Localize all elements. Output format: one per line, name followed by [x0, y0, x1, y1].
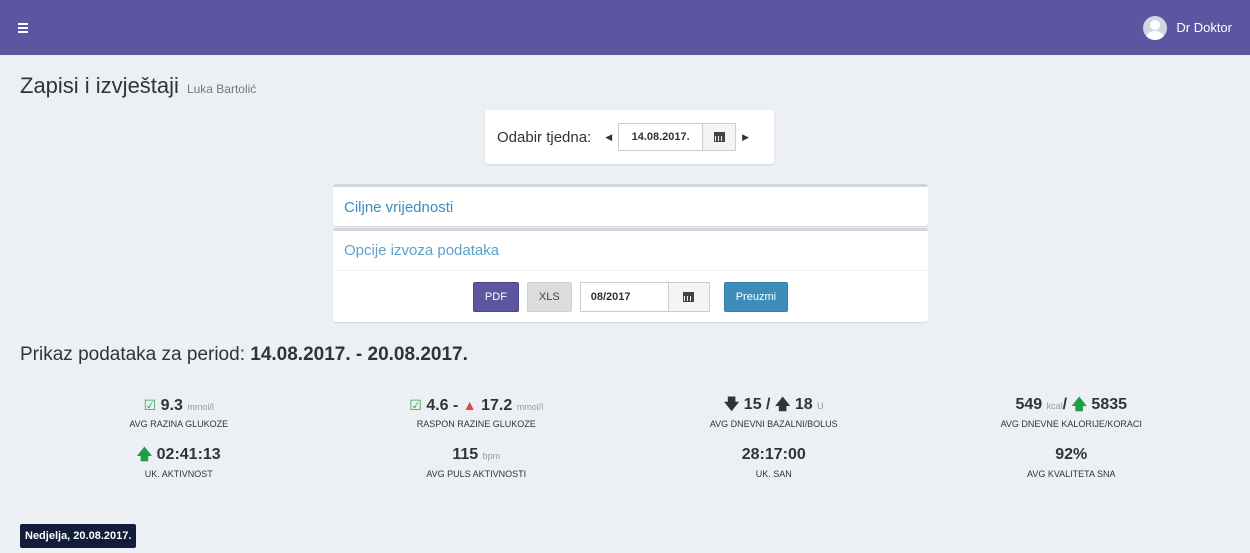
calories-value: 549	[1015, 396, 1043, 413]
user-avatar-icon	[1143, 15, 1168, 40]
export-panel-title[interactable]: Opcije izvoza podataka	[333, 231, 928, 271]
glucose-avg-unit: mmol/l	[187, 402, 214, 412]
glucose-avg-value: 9.3	[160, 397, 183, 414]
insulin-label: AVG DNEVNI BAZALNI/BOLUS	[709, 419, 838, 429]
glucose-range-unit: mmol/l	[516, 402, 544, 412]
arrow-down-icon: 🡇	[723, 396, 740, 413]
stats-grid: ☑ 9.3 mmol/l AVG RAZINA GLUKOZE ☑ 4.6 - …	[0, 395, 1250, 479]
sleep-quality-value: 92%	[1055, 446, 1088, 463]
stat-insulin: 🡇 15 / 🡅 18 U AVG DNEVNI BAZALNI/BOLUS	[625, 395, 923, 429]
page-title: Zapisi i izvještaji	[20, 73, 179, 98]
month-calendar-button[interactable]	[667, 282, 710, 312]
week-calendar-button[interactable]	[702, 123, 737, 151]
week-selector: Odabir tjedna: ◀ 14.08.2017. ▶	[485, 110, 774, 164]
glucose-range-high: 17.2	[481, 397, 513, 414]
pdf-button[interactable]: PDF	[472, 282, 519, 312]
period-prefix: Prikaz podataka za period:	[20, 344, 245, 365]
pulse-label: AVG PULS AKTIVNOSTI	[426, 469, 527, 479]
page-header: Zapisi i izvještaji Luka Bartolić	[20, 73, 256, 99]
patient-name: Luka Bartolić	[186, 82, 257, 96]
calendar-icon	[713, 132, 725, 142]
month-input[interactable]: 08/2017	[579, 282, 668, 312]
stat-sleep-quality: 92% AVG KVALITETA SNA	[923, 445, 1221, 479]
xls-button[interactable]: XLS	[526, 282, 572, 312]
check-square-icon: ☑	[143, 397, 157, 413]
sleep-value: 28:17:00	[741, 446, 806, 463]
insulin-basal: 15	[743, 396, 762, 413]
calendar-icon	[683, 292, 695, 302]
glucose-avg-label: AVG RAZINA GLUKOZE	[129, 419, 229, 429]
pulse-unit: bpm	[482, 451, 501, 461]
pulse-value: 115	[452, 446, 479, 463]
activity-label: UK. AKTIVNOST	[144, 469, 213, 479]
targets-panel-title[interactable]: Ciljne vrijednosti	[333, 187, 928, 227]
week-date-input[interactable]: 14.08.2017.	[618, 123, 703, 151]
stat-glucose-range: ☑ 4.6 - ▲ 17.2 mmol/l RASPON RAZINE GLUK…	[328, 395, 626, 429]
glucose-range-sep: -	[453, 397, 459, 414]
menu-icon[interactable]	[18, 22, 28, 33]
download-button[interactable]: Preuzmi	[723, 282, 789, 312]
steps-value: 5835	[1091, 396, 1128, 413]
calories-label: AVG DNEVNE KALORIJE/KORACI	[1000, 419, 1142, 429]
caret-left-icon[interactable]: ◀	[605, 132, 612, 143]
insulin-unit: U	[817, 401, 824, 411]
sleep-label: UK. SAN	[755, 469, 792, 479]
calories-slash: /	[1062, 396, 1068, 413]
stat-sleep: 28:17:00 UK. SAN	[625, 445, 923, 479]
user-menu[interactable]: Dr Doktor	[1143, 15, 1232, 40]
day-badge: Nedjelja, 20.08.2017.	[20, 524, 137, 548]
sleep-quality-label: AVG KVALITETA SNA	[1026, 469, 1116, 479]
month-picker: 08/2017	[579, 282, 710, 312]
caret-right-icon[interactable]: ▶	[742, 132, 749, 143]
export-panel: Opcije izvoza podataka PDF XLS 08/2017 P…	[333, 228, 928, 322]
insulin-bolus: 18	[794, 396, 813, 413]
week-label: Odabir tjedna:	[497, 128, 592, 146]
calories-unit: kcal	[1046, 401, 1063, 411]
user-name: Dr Doktor	[1176, 20, 1232, 35]
insulin-slash: /	[766, 396, 771, 413]
period-range: 14.08.2017. - 20.08.2017.	[250, 344, 468, 365]
glucose-range-label: RASPON RAZINE GLUKOZE	[416, 419, 536, 429]
arrow-up-icon: 🡅	[774, 396, 791, 413]
glucose-range-low: 4.6	[426, 397, 449, 414]
targets-panel: Ciljne vrijednosti	[333, 184, 928, 226]
stat-calories: 549 kcal/ 🡅 5835 AVG DNEVNE KALORIJE/KOR…	[923, 395, 1221, 429]
arrow-up-icon: 🡅	[136, 446, 153, 463]
activity-value: 02:41:13	[156, 446, 221, 463]
warning-triangle-icon: ▲	[462, 397, 477, 413]
check-square-icon: ☑	[409, 397, 422, 413]
stat-activity: 🡅 02:41:13 UK. AKTIVNOST	[30, 445, 328, 479]
stat-pulse: 115 bpm AVG PULS AKTIVNOSTI	[328, 445, 626, 479]
period-heading: Prikaz podataka za period: 14.08.2017. -…	[20, 344, 468, 366]
arrow-up-icon: 🡅	[1071, 396, 1087, 413]
stat-glucose-avg: ☑ 9.3 mmol/l AVG RAZINA GLUKOZE	[30, 395, 328, 429]
top-navbar: Dr Doktor	[0, 0, 1250, 55]
export-controls: PDF XLS 08/2017 Preuzmi	[333, 271, 928, 321]
